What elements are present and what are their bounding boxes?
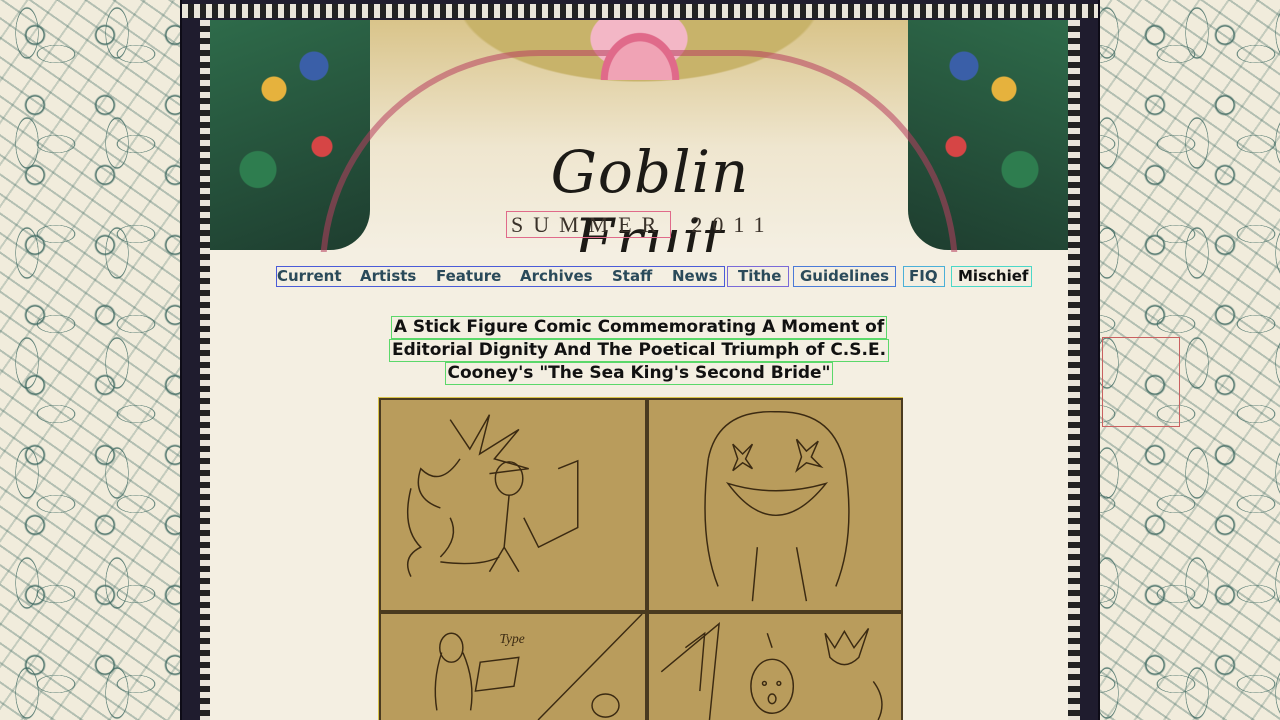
title-line-1: A Stick Figure Comic Commemorating A Mom… (390, 316, 888, 339)
panel-2-drawing (704, 411, 850, 602)
nav-link-guidelines[interactable]: Guidelines (800, 266, 889, 286)
nav-link-tithe[interactable]: Tithe (738, 266, 781, 286)
issue-label: SUMMER 2011 (506, 211, 775, 238)
nav-link-feature[interactable]: Feature (436, 266, 501, 286)
comic-panel-3: Type (379, 612, 647, 720)
header-banner: Goblin Fruit SUMMER 2011 (210, 20, 1068, 252)
nav-link-news[interactable]: News (672, 266, 718, 286)
comic-panel-4 (647, 612, 903, 720)
panel-3-text: Type (500, 631, 525, 646)
panel-4-drawing (660, 621, 883, 720)
issue-year: 2011 (691, 212, 775, 237)
nav-link-mischief[interactable]: Mischief (958, 266, 1028, 286)
nav-link-archives[interactable]: Archives (520, 266, 593, 286)
panel-1-drawing (406, 414, 579, 577)
nav-link-fiq[interactable]: FIQ (909, 266, 938, 286)
nav-link-staff[interactable]: Staff (612, 266, 652, 286)
nav-link-current[interactable]: Current (277, 266, 342, 286)
lotus-icon (590, 20, 690, 80)
issue-season-link[interactable]: SUMMER (506, 211, 672, 238)
sidebar-placeholder (1102, 337, 1180, 427)
title-line-3: Cooney's "The Sea King's Second Bride" (444, 362, 834, 385)
page-content: Goblin Fruit SUMMER 2011 Current Artists … (210, 20, 1068, 720)
checkered-border-right (1068, 20, 1080, 720)
article-title: A Stick Figure Comic Commemorating A Mom… (210, 316, 1068, 385)
title-line-2: Editorial Dignity And The Poetical Trium… (388, 339, 890, 362)
comic-panel-1 (379, 398, 647, 612)
checkered-border-top (182, 4, 1098, 18)
panel-3-drawing: Type (434, 613, 643, 720)
comic-strip: Type (378, 397, 903, 720)
nav-link-artists[interactable]: Artists (360, 266, 416, 286)
main-nav: Current Artists Feature Archives Staff N… (276, 266, 1036, 288)
comic-panel-2 (647, 398, 903, 612)
